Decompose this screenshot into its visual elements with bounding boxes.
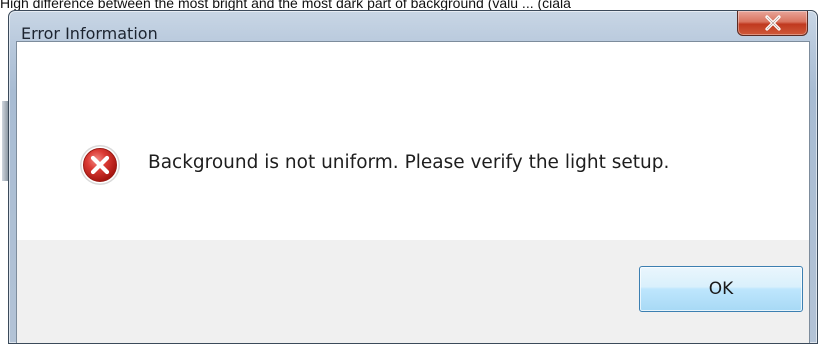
close-button[interactable]	[737, 11, 808, 36]
button-bar: OK	[17, 240, 809, 343]
close-icon	[764, 15, 781, 31]
message-area: Background is not uniform. Please verify…	[17, 42, 809, 240]
dialog-body: Background is not uniform. Please verify…	[16, 41, 810, 343]
error-icon	[80, 145, 120, 185]
title-bar[interactable]: Error Information	[9, 11, 817, 45]
error-message: Background is not uniform. Please verify…	[148, 152, 670, 173]
error-dialog: Error Information Background is not unif…	[2, 10, 818, 344]
ok-button[interactable]: OK	[639, 266, 803, 312]
